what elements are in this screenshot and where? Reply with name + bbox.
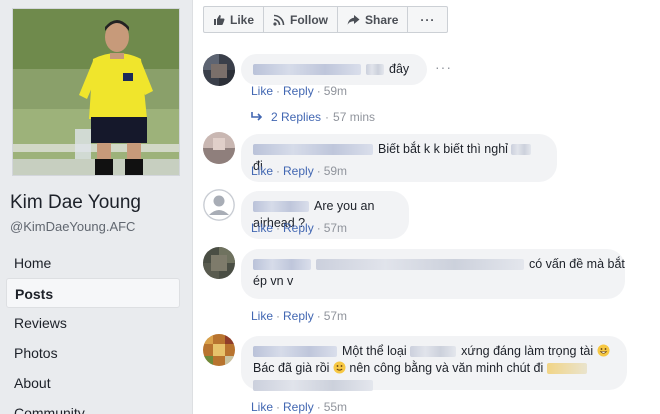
comment-text-line1-end: có vấn đề mà bắt	[529, 257, 625, 271]
redacted-text	[410, 346, 457, 358]
share-arrow-icon	[347, 14, 360, 26]
comment-text-line2: ép vn v	[253, 274, 294, 288]
redacted-commenter-name[interactable]	[253, 201, 309, 213]
comment-meta: Like · Reply · 57m	[251, 309, 348, 323]
comment-text: đây	[389, 62, 410, 76]
nav-item-home[interactable]: Home	[6, 248, 180, 278]
redacted-commenter-name[interactable]	[253, 259, 311, 271]
comment-like-link[interactable]: Like	[251, 221, 273, 235]
comment-reply-link[interactable]: Reply	[283, 221, 314, 235]
redacted-text	[366, 64, 384, 76]
nav-item-about[interactable]: About	[6, 368, 180, 398]
page: Kim Dae Young @KimDaeYoung.AFC Home Post…	[0, 0, 660, 414]
view-replies-link[interactable]: 2 Replies · 57 mins	[251, 110, 375, 124]
comment-meta: Like · Reply · 55m	[251, 400, 348, 414]
comment-bubble: đây	[241, 54, 427, 85]
commenter-avatar-default[interactable]	[203, 189, 235, 221]
comment-time[interactable]: 57m	[324, 221, 347, 235]
redacted-text	[253, 380, 373, 392]
comment-meta: Like · Reply · 57m	[251, 221, 348, 235]
main-content: Like Follow Share ··· đây ··· Like · Rep…	[192, 0, 660, 414]
comment-text-d: nên công bằng và văn minh chút đi	[349, 361, 544, 375]
comment-meta: Like · Reply · 59m	[251, 164, 348, 178]
rss-icon	[273, 14, 285, 26]
comment-like-link[interactable]: Like	[251, 309, 273, 323]
share-button-label: Share	[365, 12, 399, 27]
thumbs-up-icon	[213, 14, 225, 26]
smile-emoji-icon	[333, 361, 346, 375]
replies-time: 57 mins	[333, 110, 376, 124]
commenter-avatar[interactable]	[203, 54, 235, 86]
left-sidebar: Kim Dae Young @KimDaeYoung.AFC Home Post…	[0, 0, 192, 414]
comment-like-link[interactable]: Like	[251, 164, 273, 178]
nav-item-posts[interactable]: Posts	[6, 278, 180, 308]
redacted-commenter-name[interactable]	[253, 346, 337, 358]
comment-text: Biết bắt k k biết thì nghỉ	[378, 142, 508, 156]
grinning-emoji-icon	[597, 344, 610, 358]
comment-line-1: có vấn đề mà bắt	[253, 256, 625, 273]
profile-photo-image	[13, 9, 179, 175]
redacted-text	[316, 259, 524, 271]
commenter-avatar[interactable]	[203, 132, 235, 164]
profile-photo[interactable]	[12, 8, 180, 176]
page-nav: Home Posts Reviews Photos About Communit…	[6, 248, 180, 414]
profile-handle[interactable]: @KimDaeYoung.AFC	[10, 219, 135, 234]
page-action-bar: Like Follow Share ···	[203, 6, 449, 33]
comment-time[interactable]: 57m	[324, 309, 347, 323]
redacted-commenter-name[interactable]	[253, 64, 361, 76]
comment-time[interactable]: 55m	[324, 400, 347, 414]
share-button[interactable]: Share	[337, 6, 409, 33]
more-options-button[interactable]: ···	[407, 6, 449, 33]
follow-button-label: Follow	[290, 12, 329, 27]
redacted-commenter-name[interactable]	[253, 144, 373, 156]
reply-arrow-icon	[251, 112, 263, 122]
comment-line-1: Một thể loại xứng đáng làm trọng tài	[253, 343, 615, 360]
replies-count[interactable]: 2 Replies	[271, 110, 321, 124]
redacted-text	[511, 144, 532, 156]
comment-time[interactable]: 59m	[324, 84, 347, 98]
like-button-label: Like	[230, 12, 255, 27]
comment-line-2: Bác đã già rồi nên công bằng và văn minh…	[253, 360, 615, 377]
follow-button[interactable]: Follow	[263, 6, 339, 33]
nav-item-photos[interactable]: Photos	[6, 338, 180, 368]
comment-reply-link[interactable]: Reply	[283, 309, 314, 323]
nav-item-reviews[interactable]: Reviews	[6, 308, 180, 338]
nav-item-community[interactable]: Community	[6, 398, 180, 414]
comment-bubble: Một thể loại xứng đáng làm trọng tài Bác…	[241, 336, 627, 392]
commenter-avatar[interactable]	[203, 247, 235, 279]
comment-reply-link[interactable]: Reply	[283, 400, 314, 414]
comment-like-link[interactable]: Like	[251, 84, 273, 98]
redacted-text	[546, 363, 587, 375]
like-button[interactable]: Like	[203, 6, 265, 33]
comment-reply-link[interactable]: Reply	[283, 84, 314, 98]
comment-text-a: Một thể loại	[342, 344, 407, 358]
comment-like-link[interactable]: Like	[251, 400, 273, 414]
profile-name[interactable]: Kim Dae Young	[10, 192, 141, 214]
commenter-avatar[interactable]	[203, 334, 235, 366]
comment-line-3	[253, 377, 615, 394]
comment-meta: Like · Reply · 59m	[251, 84, 348, 98]
comment-bubble: có vấn đề mà bắt ép vn v	[241, 249, 625, 299]
comment-reply-link[interactable]: Reply	[283, 164, 314, 178]
comment-time[interactable]: 59m	[324, 164, 347, 178]
comment-options-icon[interactable]: ···	[435, 59, 452, 75]
comment-text-c: Bác đã già rồi	[253, 361, 330, 375]
comment-text-b: xứng đáng làm trọng tài	[461, 344, 594, 358]
